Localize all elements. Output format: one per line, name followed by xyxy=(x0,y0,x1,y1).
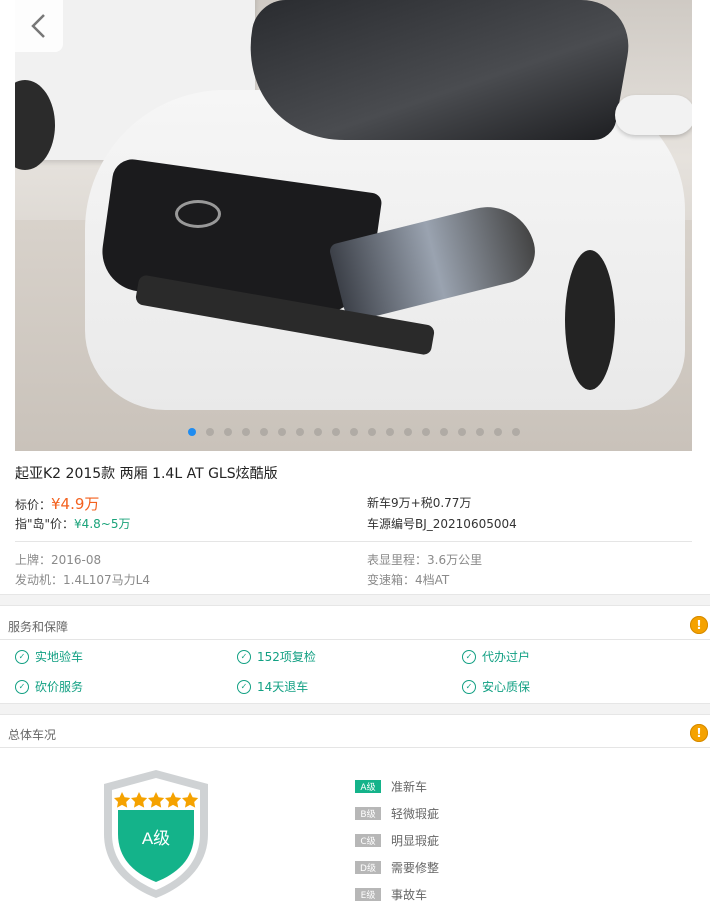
gallery-dot[interactable] xyxy=(475,428,484,436)
service-item: ✓ 14天退车 xyxy=(237,678,308,695)
service-item: ✓ 砍价服务 xyxy=(15,678,83,695)
gallery-dot[interactable] xyxy=(403,428,412,436)
car-title: 起亚K2 2015款 两厢 1.4L AT GLS炫酷版 xyxy=(15,466,278,482)
new-car-price: 新车9万+税0.77万 xyxy=(367,496,472,510)
check-circle-icon: ✓ xyxy=(15,679,29,694)
back-button[interactable] xyxy=(15,0,63,52)
list-price-value: ¥4.9万 xyxy=(51,495,100,513)
condition-info-icon[interactable]: ! xyxy=(690,724,708,742)
mileage: 表显里程：3.6万公里 xyxy=(367,553,483,567)
service-item: ✓ 152项复检 xyxy=(237,648,316,665)
grade-row: B级 轻微瑕疵 xyxy=(355,805,439,822)
gallery-dot[interactable] xyxy=(511,428,520,436)
gallery-dot[interactable] xyxy=(331,428,340,436)
check-circle-icon: ✓ xyxy=(237,679,251,694)
service-item: ✓ 安心质保 xyxy=(462,678,530,695)
gearbox: 变速箱：4档AT xyxy=(367,573,450,587)
gallery-pagination[interactable] xyxy=(15,428,692,438)
gallery-dot[interactable] xyxy=(439,428,448,436)
list-price-label: 标价： xyxy=(15,498,52,512)
list-price: 标价：¥4.9万 xyxy=(15,493,99,514)
check-circle-icon: ✓ xyxy=(15,649,29,664)
photo-main-car xyxy=(75,0,692,430)
gallery-dot[interactable] xyxy=(421,428,430,436)
grade-badge: B级 xyxy=(355,807,381,820)
section-separator xyxy=(0,703,710,715)
engine: 发动机：1.4L107马力L4 xyxy=(15,573,150,587)
check-circle-icon: ✓ xyxy=(462,649,476,664)
gallery-dot[interactable] xyxy=(187,428,196,436)
gallery-dot[interactable] xyxy=(241,428,250,436)
services-title: 服务和保障 xyxy=(8,620,69,634)
grade-badge: A级 xyxy=(355,780,381,793)
services-info-icon[interactable]: ! xyxy=(690,616,708,634)
gallery-dot[interactable] xyxy=(493,428,502,436)
gallery-dot[interactable] xyxy=(349,428,358,436)
chevron-left-icon xyxy=(31,14,45,38)
gallery-dot[interactable] xyxy=(295,428,304,436)
grade-row: E级 事故车 xyxy=(355,886,427,903)
condition-title: 总体车况 xyxy=(8,728,57,742)
spec-divider xyxy=(15,541,692,542)
check-circle-icon: ✓ xyxy=(462,679,476,694)
gallery-dot[interactable] xyxy=(367,428,376,436)
grade-row: C级 明显瑕疵 xyxy=(355,832,439,849)
grade-badge: E级 xyxy=(355,888,381,901)
guide-price-label: 指"岛"价： xyxy=(15,517,75,531)
service-item: ✓ 代办过户 xyxy=(462,648,530,665)
guide-price-value: ¥4.8~5万 xyxy=(74,517,131,531)
gallery-dot[interactable] xyxy=(277,428,286,436)
condition-grade-shield: A级 xyxy=(100,768,212,900)
services-divider xyxy=(0,639,710,640)
registration-date: 上牌：2016-08 xyxy=(15,553,102,567)
shield-icon: A级 xyxy=(104,770,208,898)
grade-row: A级 准新车 xyxy=(355,778,427,795)
source-id: 车源编号BJ_20210605004 xyxy=(367,517,517,531)
gallery-dot[interactable] xyxy=(223,428,232,436)
shield-grade-label: A级 xyxy=(142,829,170,848)
gallery-dot[interactable] xyxy=(259,428,268,436)
gallery-dot[interactable] xyxy=(457,428,466,436)
guide-price: 指"岛"价：¥4.8~5万 xyxy=(15,515,130,532)
section-separator xyxy=(0,594,710,606)
grade-badge: C级 xyxy=(355,834,381,847)
check-circle-icon: ✓ xyxy=(237,649,251,664)
condition-divider xyxy=(0,747,710,748)
gallery-dot[interactable] xyxy=(313,428,322,436)
gallery-dot[interactable] xyxy=(205,428,214,436)
grade-row: D级 需要修整 xyxy=(355,859,439,876)
car-photo-gallery[interactable] xyxy=(15,0,692,451)
gallery-dot[interactable] xyxy=(385,428,394,436)
grade-badge: D级 xyxy=(355,861,381,874)
service-item: ✓ 实地验车 xyxy=(15,648,83,665)
